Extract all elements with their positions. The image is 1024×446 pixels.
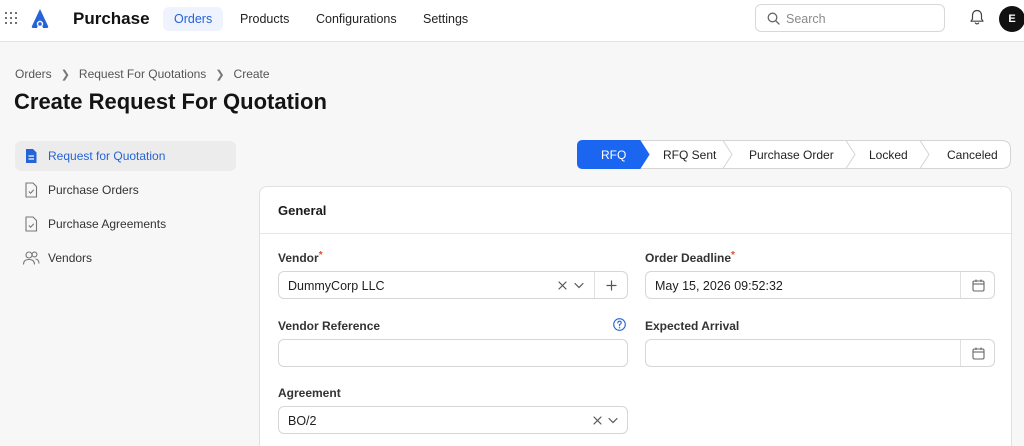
- chevron-down-icon[interactable]: [608, 417, 618, 424]
- search-input[interactable]: [786, 10, 936, 28]
- expected-arrival-field[interactable]: [645, 339, 995, 367]
- card-header: General: [260, 187, 1011, 234]
- app-logo-icon[interactable]: [28, 7, 52, 31]
- document-check-icon: [22, 215, 40, 233]
- search-icon: [767, 12, 780, 25]
- agreement-value: BO/2: [288, 414, 317, 428]
- tab-configurations[interactable]: Configurations: [305, 7, 408, 31]
- app-title: Purchase: [73, 9, 150, 28]
- help-icon[interactable]: [613, 318, 626, 331]
- field-divider: [960, 272, 961, 298]
- users-icon: [22, 249, 40, 267]
- clear-icon[interactable]: [593, 416, 602, 425]
- field-divider: [960, 340, 961, 366]
- sidebar-item-request-for-quotation[interactable]: Request for Quotation: [15, 141, 236, 171]
- bell-icon[interactable]: [969, 9, 985, 26]
- field-divider: [594, 272, 595, 298]
- sidebar-item-label: Vendors: [48, 251, 93, 265]
- calendar-icon[interactable]: [972, 279, 985, 292]
- chevron-right-icon: ❯: [215, 68, 225, 81]
- sidebar-item-label: Purchase Agreements: [48, 217, 167, 231]
- status-stepper: RFQ RFQ Sent Purchase Order Locked Cance…: [577, 140, 1011, 169]
- plus-icon[interactable]: [606, 280, 617, 291]
- order-deadline-field[interactable]: May 15, 2026 09:52:32: [645, 271, 995, 299]
- search-box[interactable]: [755, 4, 945, 32]
- order-deadline-label-text: Order Deadline: [645, 251, 732, 265]
- agreement-select[interactable]: BO/2: [278, 406, 628, 434]
- vendor-label: Vendor*: [278, 250, 323, 265]
- vendor-select[interactable]: DummyCorp LLC: [278, 271, 628, 299]
- tab-orders[interactable]: Orders: [163, 7, 224, 31]
- tab-settings[interactable]: Settings: [412, 7, 479, 31]
- sidebar-item-purchase-orders[interactable]: Purchase Orders: [15, 175, 236, 205]
- sidebar-item-purchase-agreements[interactable]: Purchase Agreements: [15, 209, 236, 239]
- order-deadline-value: May 15, 2026 09:52:32: [655, 279, 783, 293]
- chevron-down-icon[interactable]: [574, 282, 584, 289]
- vendor-reference-label: Vendor Reference: [278, 319, 381, 333]
- step-locked[interactable]: Locked: [869, 148, 908, 162]
- sidebar-item-label: Request for Quotation: [48, 149, 166, 163]
- calendar-icon[interactable]: [972, 347, 985, 360]
- page-title: Create Request For Quotation: [14, 89, 327, 114]
- vendor-value: DummyCorp LLC: [288, 279, 385, 293]
- agreement-label: Agreement: [278, 386, 341, 400]
- order-deadline-label: Order Deadline*: [645, 250, 735, 265]
- vendor-reference-input[interactable]: [278, 339, 628, 367]
- sidebar-item-vendors[interactable]: Vendors: [15, 243, 236, 273]
- section-title: General: [278, 203, 327, 218]
- breadcrumb-orders[interactable]: Orders: [15, 67, 52, 81]
- step-canceled[interactable]: Canceled: [947, 148, 998, 162]
- expected-arrival-label: Expected Arrival: [645, 319, 740, 333]
- required-marker: *: [731, 250, 735, 261]
- apps-grid-icon[interactable]: [5, 12, 17, 24]
- breadcrumb-create: Create: [233, 67, 270, 81]
- chevron-right-icon: ❯: [60, 68, 70, 81]
- document-check-icon: [22, 181, 40, 199]
- breadcrumb-rfqs[interactable]: Request For Quotations: [79, 67, 206, 81]
- breadcrumb: Orders ❯ Request For Quotations ❯ Create: [15, 67, 270, 81]
- step-rfq[interactable]: RFQ: [601, 148, 626, 162]
- document-icon: [22, 147, 40, 165]
- step-rfq-sent[interactable]: RFQ Sent: [663, 148, 716, 162]
- user-avatar[interactable]: E: [999, 6, 1024, 32]
- top-bar: Purchase Orders Products Configurations …: [0, 0, 1024, 42]
- general-card: General Vendor* DummyCorp LLC Order Dead…: [259, 186, 1012, 446]
- sidebar-item-label: Purchase Orders: [48, 183, 139, 197]
- tab-products[interactable]: Products: [229, 7, 300, 31]
- clear-icon[interactable]: [558, 281, 567, 290]
- vendor-label-text: Vendor: [278, 251, 319, 265]
- required-marker: *: [318, 250, 323, 261]
- step-purchase-order[interactable]: Purchase Order: [749, 148, 834, 162]
